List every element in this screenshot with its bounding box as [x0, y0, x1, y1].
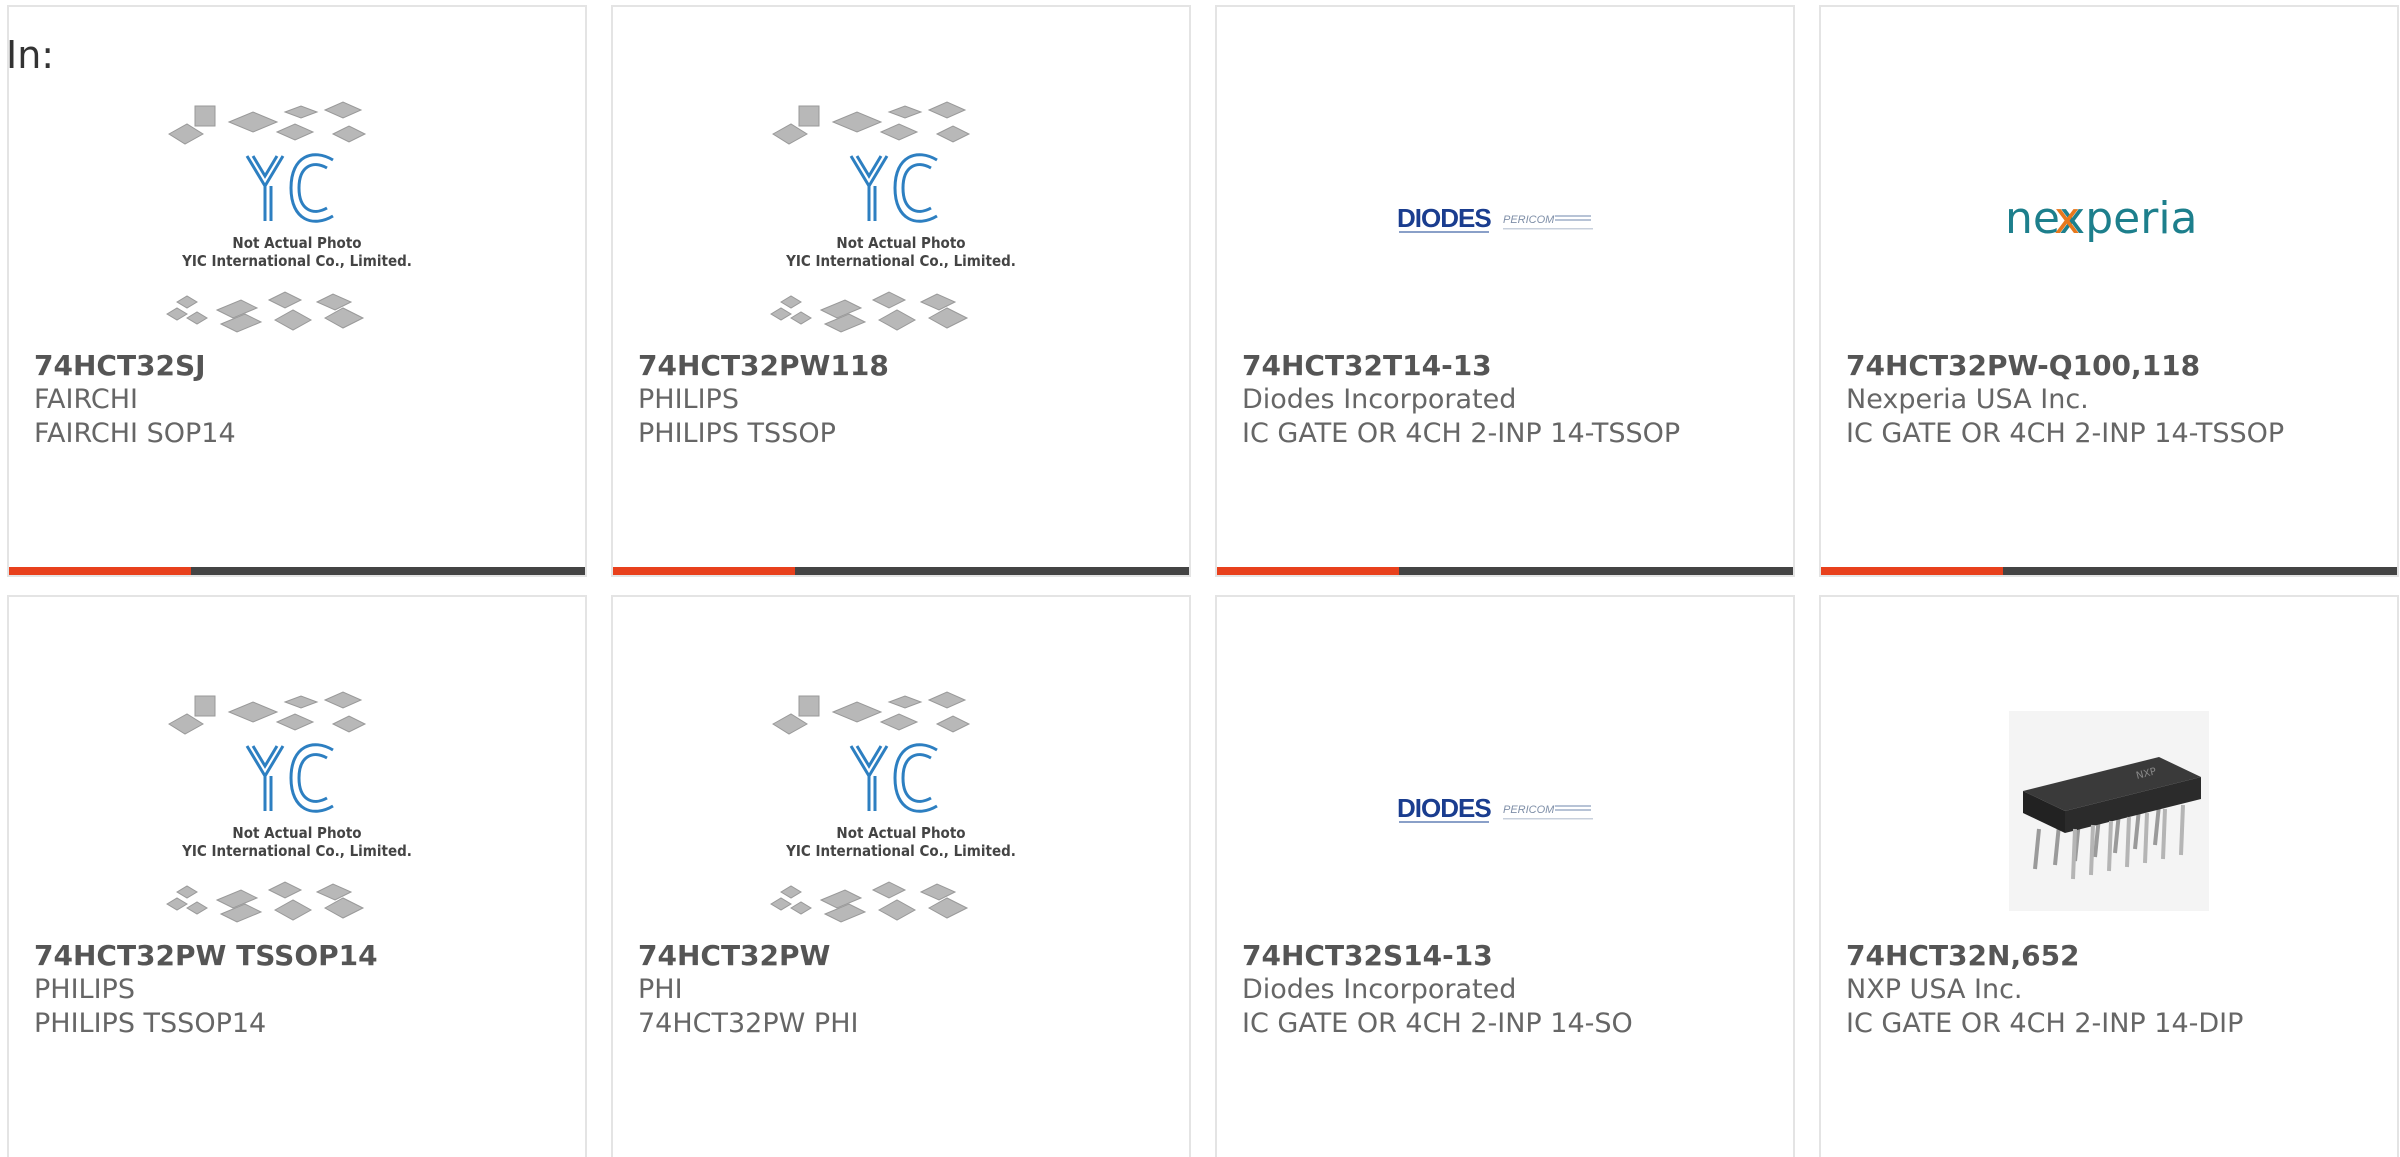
nexperia-logo-x: x: [2054, 193, 2080, 244]
yic-placeholder-image: Not Actual Photo YIC International Co., …: [770, 691, 1016, 923]
product-image[interactable]: Not Actual Photo YIC International Co., …: [9, 95, 585, 347]
part-number[interactable]: 74HCT32SJ: [34, 349, 575, 383]
product-grid: Not Actual Photo YIC International Co., …: [7, 5, 2400, 1157]
diodes-logo: DIODES PERICOM: [1397, 203, 1593, 233]
placeholder-caption-line1: Not Actual Photo: [232, 234, 361, 252]
manufacturer: Diodes Incorporated: [1242, 384, 1517, 415]
diodes-logo-text: DIODES: [1397, 793, 1491, 823]
nexperia-logo: nexperia x: [2005, 193, 2198, 244]
description: PHILIPS TSSOP14: [34, 1008, 267, 1039]
manufacturer: NXP USA Inc.: [1846, 974, 2023, 1005]
manufacturer: Nexperia USA Inc.: [1846, 384, 2089, 415]
card-accent-bar: [9, 567, 585, 575]
description: FAIRCHI SOP14: [34, 418, 236, 449]
placeholder-caption-line1: Not Actual Photo: [836, 824, 965, 842]
part-number[interactable]: 74HCT32PW118: [638, 349, 1179, 383]
description: IC GATE OR 4CH 2-INP 14-DIP: [1846, 1008, 2244, 1039]
product-card[interactable]: Not Actual Photo YIC International Co., …: [7, 595, 587, 1157]
yic-placeholder-image: Not Actual Photo YIC International Co., …: [166, 691, 412, 923]
placeholder-caption-line1: Not Actual Photo: [232, 824, 361, 842]
product-card[interactable]: DIODES PERICOM 74HCT32S14-13 Diodes Inco…: [1215, 595, 1795, 1157]
description: PHILIPS TSSOP: [638, 418, 836, 449]
pericom-logo-text: PERICOM: [1503, 214, 1555, 226]
product-image[interactable]: Not Actual Photo YIC International Co., …: [9, 685, 585, 937]
part-number[interactable]: 74HCT32N,652: [1846, 939, 2387, 973]
card-accent-bar: [1821, 567, 2397, 575]
placeholder-caption-line2: YIC International Co., Limited.: [785, 252, 1016, 270]
product-card[interactable]: Not Actual Photo YIC International Co., …: [611, 5, 1191, 577]
card-accent-bar: [1217, 567, 1793, 575]
yic-placeholder-image: Not Actual Photo YIC International Co., …: [770, 101, 1016, 333]
part-number[interactable]: 74HCT32T14-13: [1242, 349, 1783, 383]
yic-placeholder-image: Not Actual Photo YIC International Co., …: [166, 101, 412, 333]
nexperia-logo-text: nexperia: [2005, 193, 2198, 244]
product-card[interactable]: Not Actual Photo YIC International Co., …: [611, 595, 1191, 1157]
diodes-logo-text: DIODES: [1397, 203, 1491, 233]
product-card[interactable]: NXP 74HCT32N,652 NXP USA Inc. IC GATE OR…: [1819, 595, 2399, 1157]
manufacturer: Diodes Incorporated: [1242, 974, 1517, 1005]
description: IC GATE OR 4CH 2-INP 14-SO: [1242, 1008, 1633, 1039]
part-number[interactable]: 74HCT32PW TSSOP14: [34, 939, 575, 973]
manufacturer: FAIRCHI: [34, 384, 139, 415]
part-number[interactable]: 74HCT32S14-13: [1242, 939, 1783, 973]
product-image[interactable]: nexperia x: [1821, 95, 2397, 347]
card-accent-bar: [613, 567, 1189, 575]
product-image[interactable]: NXP: [1821, 685, 2397, 937]
placeholder-caption-line2: YIC International Co., Limited.: [181, 252, 412, 270]
description: IC GATE OR 4CH 2-INP 14-TSSOP: [1242, 418, 1681, 449]
part-number[interactable]: 74HCT32PW-Q100,118: [1846, 349, 2387, 383]
product-image[interactable]: DIODES PERICOM: [1217, 685, 1793, 937]
placeholder-caption-line2: YIC International Co., Limited.: [785, 842, 1016, 860]
product-image[interactable]: Not Actual Photo YIC International Co., …: [613, 685, 1189, 937]
placeholder-caption-line2: YIC International Co., Limited.: [181, 842, 412, 860]
filter-in-label: In:: [6, 33, 55, 77]
placeholder-caption-line1: Not Actual Photo: [836, 234, 965, 252]
product-card[interactable]: nexperia x 74HCT32PW-Q100,118 Nexperia U…: [1819, 5, 2399, 577]
part-number[interactable]: 74HCT32PW: [638, 939, 1179, 973]
description: IC GATE OR 4CH 2-INP 14-TSSOP: [1846, 418, 2285, 449]
manufacturer: PHILIPS: [34, 974, 135, 1005]
product-image[interactable]: Not Actual Photo YIC International Co., …: [613, 95, 1189, 347]
diodes-logo: DIODES PERICOM: [1397, 793, 1593, 823]
manufacturer: PHI: [638, 974, 683, 1005]
manufacturer: PHILIPS: [638, 384, 739, 415]
pericom-logo-text: PERICOM: [1503, 804, 1555, 816]
description: 74HCT32PW PHI: [638, 1008, 859, 1039]
product-image[interactable]: DIODES PERICOM: [1217, 95, 1793, 347]
product-card[interactable]: Not Actual Photo YIC International Co., …: [7, 5, 587, 577]
product-card[interactable]: DIODES PERICOM 74HCT32T14-13 Diodes Inco…: [1215, 5, 1795, 577]
dip-chip-photo: NXP: [2009, 711, 2209, 911]
